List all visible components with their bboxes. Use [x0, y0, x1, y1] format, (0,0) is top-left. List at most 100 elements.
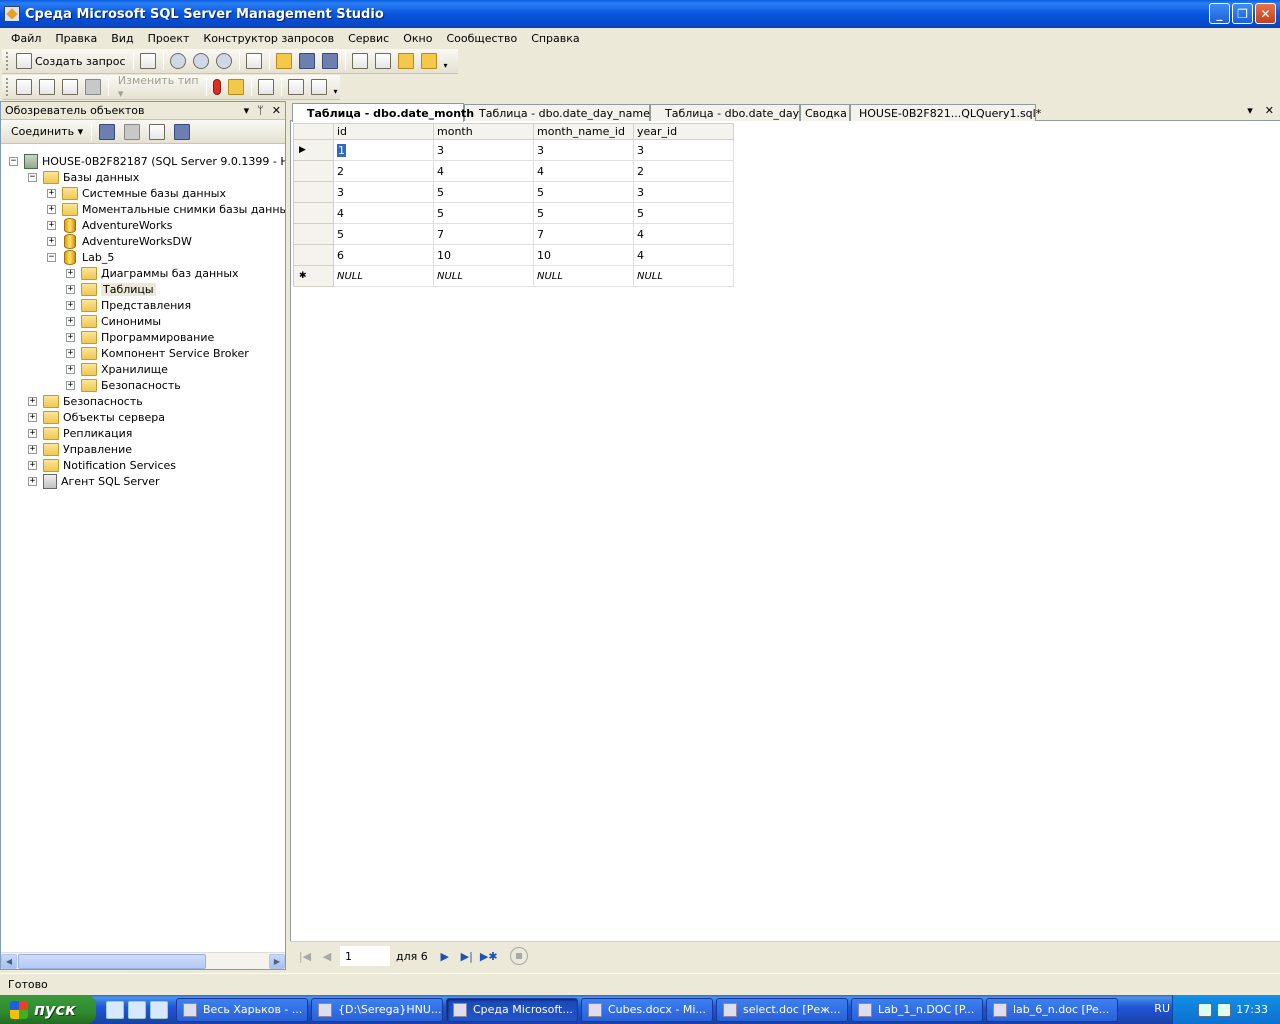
tree-node-databases[interactable]: − Базы данных	[28, 169, 139, 185]
row-header[interactable]	[293, 160, 334, 182]
scroll-left-button[interactable]: ◀	[1, 953, 17, 969]
menu-community[interactable]: Сообщество	[439, 32, 524, 45]
tree-node-programmability[interactable]: + Программирование	[66, 329, 214, 345]
tree-node-lab5[interactable]: − Lab_5	[47, 249, 114, 265]
grid-cell[interactable]: 4	[533, 160, 634, 182]
disconnect-button[interactable]	[95, 122, 119, 142]
menu-file[interactable]: Файл	[4, 32, 48, 45]
new-row-marker[interactable]: ✱	[293, 265, 334, 287]
menu-query-designer[interactable]: Конструктор запросов	[196, 32, 341, 45]
grid-cell[interactable]: 5	[633, 202, 734, 224]
previous-record-button[interactable]: ◀	[318, 947, 336, 965]
row-header-corner[interactable]	[293, 123, 334, 140]
grid-cell[interactable]: 3	[533, 139, 634, 161]
grid-cell[interactable]: 5	[433, 202, 534, 224]
grid-cell-null[interactable]: NULL	[633, 265, 734, 287]
add-table-button[interactable]	[285, 77, 307, 97]
grid-cell[interactable]: 4	[333, 202, 434, 224]
xmla-query-button[interactable]	[213, 51, 235, 71]
tree-node-system-databases[interactable]: + Системные базы данных	[47, 185, 226, 201]
tree-node-adventureworks[interactable]: + AdventureWorks	[47, 217, 172, 233]
expand-toggle[interactable]: +	[66, 300, 75, 310]
grid-cell[interactable]: 3	[633, 181, 734, 203]
current-row-marker[interactable]: ▶	[293, 139, 334, 161]
tree-node-adventureworksdw[interactable]: + AdventureWorksDW	[47, 233, 192, 249]
row-header[interactable]	[293, 223, 334, 245]
stop-icon[interactable]	[509, 947, 528, 965]
menu-tools[interactable]: Сервис	[341, 32, 396, 45]
grid-cell[interactable]: 10	[533, 244, 634, 266]
row-header[interactable]	[293, 202, 334, 224]
tree-node-management[interactable]: + Управление	[28, 441, 132, 457]
panel-menu-button[interactable]: ▾	[244, 104, 250, 117]
menu-window[interactable]: Окно	[396, 32, 439, 45]
grid-cell[interactable]: 2	[633, 160, 734, 182]
collapse-toggle[interactable]: −	[9, 156, 18, 166]
open-button[interactable]	[273, 51, 295, 71]
expand-toggle[interactable]: +	[47, 188, 56, 198]
clock[interactable]: 17:33	[1236, 1003, 1268, 1016]
antivirus-icon[interactable]	[1217, 1002, 1232, 1017]
language-indicator[interactable]: RU	[1154, 1002, 1170, 1015]
expand-toggle[interactable]: +	[66, 380, 75, 390]
expand-toggle[interactable]: +	[47, 220, 56, 230]
show-sql-button[interactable]	[59, 77, 81, 97]
grid-cell-null[interactable]: NULL	[533, 265, 634, 287]
grid-cell[interactable]: 2	[333, 160, 434, 182]
tree-node-tables[interactable]: + Таблицы	[66, 281, 156, 297]
menu-project[interactable]: Проект	[141, 32, 197, 45]
minimize-button[interactable]: _	[1209, 3, 1230, 24]
expand-toggle[interactable]: +	[66, 364, 75, 374]
grid-cell[interactable]: 5	[433, 181, 534, 203]
tree-node-security[interactable]: + Безопасность	[28, 393, 143, 409]
last-record-button[interactable]: ▶|	[458, 947, 476, 965]
taskbar-item[interactable]: Lab_1_n.DOC [P...	[851, 997, 983, 1022]
expand-toggle[interactable]: +	[47, 204, 56, 214]
save-all-button[interactable]	[319, 51, 341, 71]
tree-node-service-broker[interactable]: + Компонент Service Broker	[66, 345, 249, 361]
expand-toggle[interactable]: +	[28, 460, 37, 470]
tree-node-notification-services[interactable]: + Notification Services	[28, 457, 176, 473]
grid-cell[interactable]: 4	[633, 244, 734, 266]
new-project-button[interactable]	[243, 51, 265, 71]
pin-icon[interactable]: ᛘ	[257, 104, 264, 117]
grid-cell[interactable]: 7	[533, 223, 634, 245]
connect-dropdown[interactable]: Соединить ▾	[7, 122, 87, 142]
current-record-input[interactable]: 1	[340, 946, 390, 966]
expand-toggle[interactable]: +	[66, 268, 75, 278]
taskbar-item[interactable]: {D:\Serega}HNU...	[311, 997, 443, 1022]
word-icon[interactable]	[106, 1000, 124, 1019]
expand-toggle[interactable]: +	[47, 236, 56, 246]
expand-toggle[interactable]: +	[66, 316, 75, 326]
tree-node-server[interactable]: − HOUSE-0B2F82187 (SQL Server 9.0.1399 -…	[9, 153, 285, 169]
tree-node-storage[interactable]: + Хранилище	[66, 361, 168, 377]
grid-cell[interactable]: 7	[433, 223, 534, 245]
toolbar-grip[interactable]	[6, 52, 9, 70]
expand-toggle[interactable]: +	[28, 396, 37, 406]
dmx-query-button[interactable]	[190, 51, 212, 71]
execute-sql-button[interactable]	[210, 77, 224, 97]
object-explorer-button[interactable]	[372, 51, 394, 71]
expand-toggle[interactable]: +	[28, 476, 37, 486]
start-button[interactable]: пуск	[0, 995, 96, 1024]
toolbar-overflow-button[interactable]: ▾	[441, 52, 451, 70]
show-diagram-button[interactable]	[13, 77, 35, 97]
scrollbar-thumb[interactable]	[18, 953, 206, 969]
tab-date-month[interactable]: Таблица - dbo.date_month	[292, 103, 474, 122]
expand-toggle[interactable]: +	[28, 444, 37, 454]
new-query-button[interactable]: Создать запрос	[13, 51, 129, 71]
grid-cell[interactable]: 5	[333, 223, 434, 245]
toolbar-overflow-button[interactable]: ▾	[331, 78, 340, 96]
grid-cell[interactable]: 6	[333, 244, 434, 266]
menu-help[interactable]: Справка	[524, 32, 586, 45]
stop-button[interactable]	[120, 122, 144, 142]
taskbar-item[interactable]: Cubes.docx - Mi...	[581, 997, 713, 1022]
show-criteria-button[interactable]	[36, 77, 58, 97]
horizontal-scrollbar[interactable]: ◀ ▶	[1, 952, 285, 969]
close-document-button[interactable]: ✕	[1265, 104, 1274, 117]
column-header-id[interactable]: id	[333, 123, 434, 140]
menu-view[interactable]: Вид	[104, 32, 140, 45]
mdx-query-button[interactable]	[167, 51, 189, 71]
add-derived-table-button[interactable]	[308, 77, 330, 97]
tree-node-sql-agent[interactable]: + Агент SQL Server	[28, 473, 160, 489]
